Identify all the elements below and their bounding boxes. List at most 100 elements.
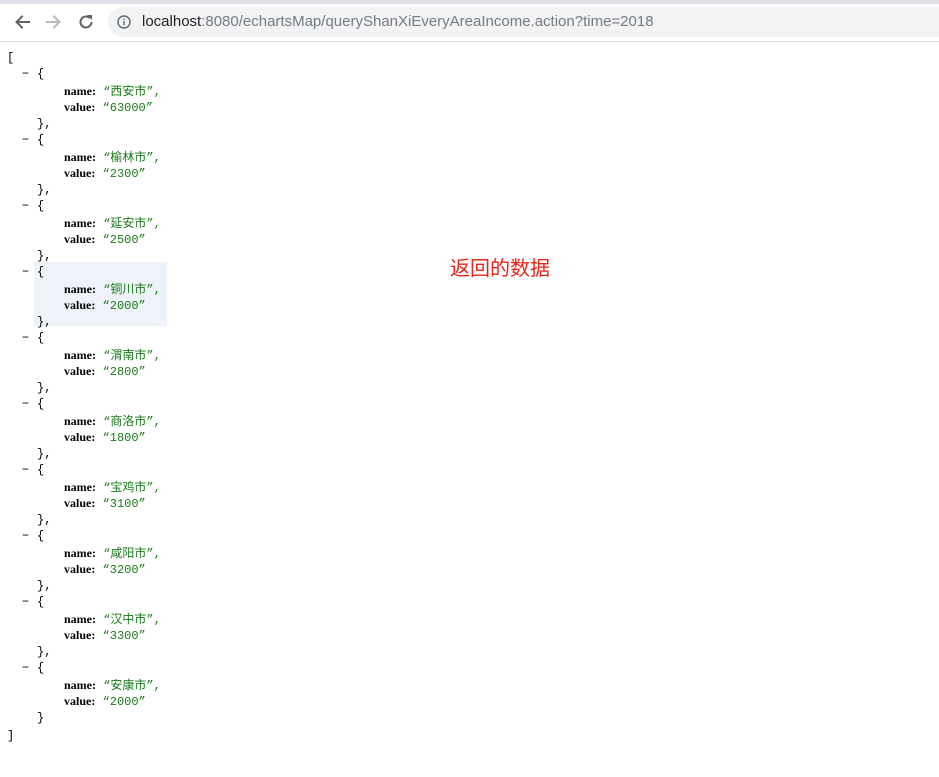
json-key: value: xyxy=(64,496,96,510)
url-host: localhost xyxy=(142,13,202,30)
object-close-brace: }, xyxy=(37,644,52,659)
collapse-toggle[interactable]: − xyxy=(21,198,30,214)
reload-button[interactable] xyxy=(72,8,100,36)
object-open-brace: { xyxy=(37,595,45,609)
collapse-toggle[interactable]: − xyxy=(21,66,30,82)
json-key: value: xyxy=(64,628,96,642)
json-key: value: xyxy=(64,100,96,114)
object-close-brace: }, xyxy=(37,182,52,197)
json-string-value: “渭南市”, xyxy=(103,348,161,363)
collapse-toggle[interactable]: − xyxy=(21,132,30,148)
json-string-value: “2300” xyxy=(102,167,146,181)
json-string-value: “3100” xyxy=(102,497,146,511)
json-key: value: xyxy=(64,430,96,444)
json-key: value: xyxy=(64,298,96,312)
json-string-value: “1800” xyxy=(102,431,146,445)
json-key: name: xyxy=(64,215,96,230)
json-field-value: value: “2800” xyxy=(64,363,146,379)
json-key: value: xyxy=(64,232,96,246)
object-open-brace: { xyxy=(37,463,45,477)
arrow-right-icon xyxy=(46,15,61,29)
object-close-brace: }, xyxy=(37,248,52,263)
collapse-toggle[interactable]: − xyxy=(21,660,30,676)
json-string-value: “延安市”, xyxy=(103,216,161,231)
arrow-left-icon xyxy=(15,15,30,29)
annotation-label: 返回的数据 xyxy=(450,256,550,280)
json-field-value: value: “63000” xyxy=(64,99,153,115)
json-field-name: name: “商洛市”, xyxy=(64,413,161,429)
json-field-value: value: “2500” xyxy=(64,231,146,247)
json-string-value: “2000” xyxy=(102,695,146,709)
object-open-brace: { xyxy=(37,661,45,675)
json-string-value: “汉中市”, xyxy=(103,612,161,627)
browser-toolbar: localhost:8080/echartsMap/queryShanXiEve… xyxy=(0,4,939,42)
object-close-brace: }, xyxy=(37,512,52,527)
json-field-value: value: “3200” xyxy=(64,561,146,577)
json-key: name: xyxy=(64,677,96,692)
json-string-value: “榆林市”, xyxy=(103,150,161,165)
json-string-value: “铜川市”, xyxy=(103,282,161,297)
collapse-toggle[interactable]: − xyxy=(21,462,30,478)
json-field-name: name: “延安市”, xyxy=(64,215,161,231)
json-field-name: name: “宝鸡市”, xyxy=(64,479,161,495)
object-open-brace: { xyxy=(37,199,45,213)
object-open-brace: { xyxy=(37,67,45,81)
json-field-name: name: “咸阳市”, xyxy=(64,545,161,561)
json-field-value: value: “1800” xyxy=(64,429,146,445)
array-close-bracket: ] xyxy=(7,729,15,743)
json-string-value: “西安市”, xyxy=(103,84,161,99)
json-key: name: xyxy=(64,611,96,626)
object-close-brace: }, xyxy=(37,116,52,131)
object-open-brace: { xyxy=(37,331,45,345)
json-key: value: xyxy=(64,166,96,180)
collapse-toggle[interactable]: − xyxy=(21,528,30,544)
json-viewer: [ −{name: “西安市”, value: “63000”}, −{name: … xyxy=(0,42,939,777)
json-key: name: xyxy=(64,347,96,362)
json-field-value: value: “2000” xyxy=(64,297,146,313)
json-key: name: xyxy=(64,83,96,98)
address-bar[interactable]: localhost:8080/echartsMap/queryShanXiEve… xyxy=(108,7,939,37)
url-path: :8080/echartsMap/queryShanXiEveryAreaInc… xyxy=(201,13,654,30)
json-string-value: “3300” xyxy=(102,629,146,643)
object-close-brace: } xyxy=(37,710,45,725)
back-button[interactable] xyxy=(8,8,36,36)
json-key: name: xyxy=(64,545,96,560)
json-string-value: “宝鸡市”, xyxy=(103,480,161,495)
collapse-toggle[interactable]: − xyxy=(21,264,30,280)
json-field-value: value: “2300” xyxy=(64,165,146,181)
url-text[interactable]: localhost:8080/echartsMap/queryShanXiEve… xyxy=(142,13,654,31)
json-field-name: name: “西安市”, xyxy=(64,83,161,99)
json-string-value: “3200” xyxy=(102,563,146,577)
reload-icon xyxy=(79,15,93,29)
collapse-toggle[interactable]: − xyxy=(21,396,30,412)
json-string-value: “2000” xyxy=(102,299,146,313)
array-open-bracket: [ xyxy=(7,51,15,65)
object-close-brace: }, xyxy=(37,446,52,461)
json-field-name: name: “渭南市”, xyxy=(64,347,161,363)
json-string-value: “63000” xyxy=(102,101,153,115)
json-string-value: “安康市”, xyxy=(103,678,161,693)
json-string-value: “2800” xyxy=(102,365,146,379)
json-field-name: name: “汉中市”, xyxy=(64,611,161,627)
object-open-brace: { xyxy=(37,397,45,411)
collapse-toggle[interactable]: − xyxy=(21,330,30,346)
json-string-value: “咸阳市”, xyxy=(103,546,161,561)
object-close-brace: }, xyxy=(37,314,52,329)
json-string-value: “商洛市”, xyxy=(103,414,161,429)
forward-button[interactable] xyxy=(40,8,68,36)
info-icon[interactable] xyxy=(117,15,131,29)
json-field-name: name: “榆林市”, xyxy=(64,149,161,165)
collapse-toggle[interactable]: − xyxy=(21,594,30,610)
object-open-brace: { xyxy=(37,265,45,279)
json-field-name: name: “铜川市”, xyxy=(64,281,161,297)
json-key: value: xyxy=(64,562,96,576)
json-key: value: xyxy=(64,694,96,708)
json-field-value: value: “2000” xyxy=(64,693,146,709)
object-close-brace: }, xyxy=(37,578,52,593)
json-key: name: xyxy=(64,149,96,164)
object-open-brace: { xyxy=(37,529,45,543)
object-open-brace: { xyxy=(37,133,45,147)
json-key: name: xyxy=(64,479,96,494)
json-string-value: “2500” xyxy=(102,233,146,247)
json-field-value: value: “3100” xyxy=(64,495,146,511)
